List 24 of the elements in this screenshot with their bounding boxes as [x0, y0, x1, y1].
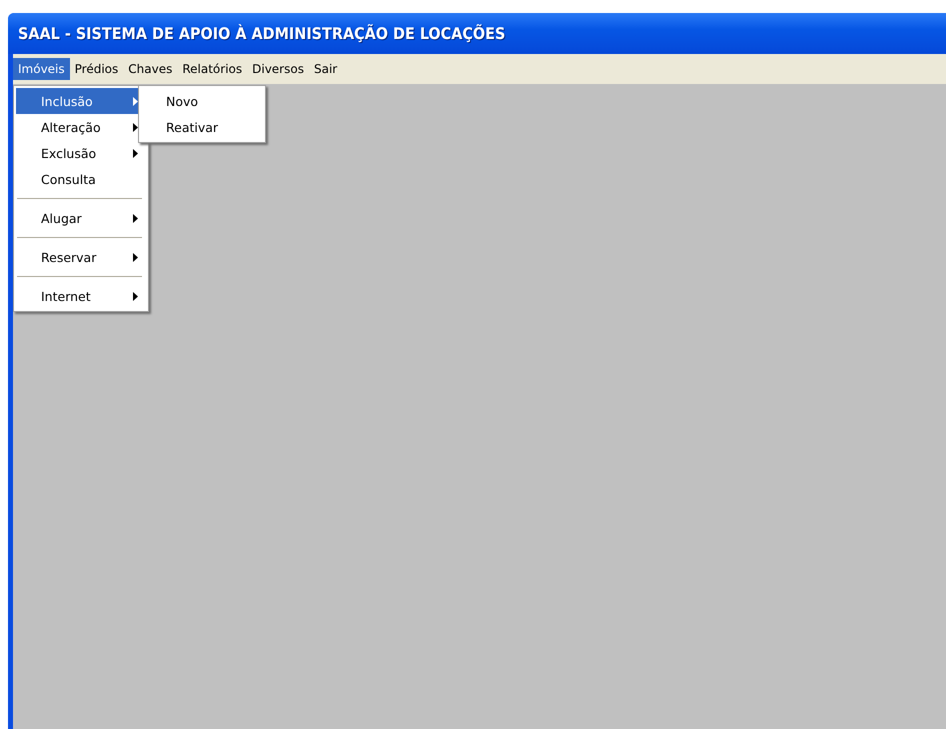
- menu-item-label: Inclusão: [41, 94, 94, 108]
- submenu-arrow-icon: [133, 214, 138, 222]
- menu-item[interactable]: Relatórios: [177, 58, 248, 80]
- menu-item-label: Alteração: [41, 120, 102, 134]
- menu-item[interactable]: Consulta: [16, 166, 146, 192]
- window-title: SAAL - SISTEMA DE APOIO À ADMINISTRAÇÃO DE LOCAÇÕES: [8, 13, 946, 54]
- menu-item[interactable]: Reservar: [16, 244, 146, 270]
- submenu-arrow-icon: [133, 122, 138, 132]
- menu-item[interactable]: Chaves: [123, 58, 178, 80]
- menu-item[interactable]: Prédios: [70, 58, 124, 80]
- menu-item-label: Internet: [41, 288, 92, 304]
- menu-item[interactable]: Exclusão: [16, 140, 146, 166]
- menu-item[interactable]: Internet: [16, 283, 146, 309]
- menu-item[interactable]: Alugar: [16, 205, 146, 231]
- menu-item[interactable]: Sair: [308, 58, 342, 80]
- menu-item-label: Exclusão: [41, 146, 98, 160]
- submenu-arrow-icon: [133, 148, 138, 158]
- menu-item-label: Consulta: [41, 172, 97, 186]
- menu-item[interactable]: Imóveis: [13, 58, 70, 80]
- menu-item-label: Reservar: [41, 250, 98, 264]
- menu-item[interactable]: Diversos: [247, 58, 309, 80]
- menu-item-label: Alugar: [41, 210, 83, 226]
- submenu-arrow-icon: [133, 292, 138, 300]
- submenu-arrow-icon: [133, 252, 138, 262]
